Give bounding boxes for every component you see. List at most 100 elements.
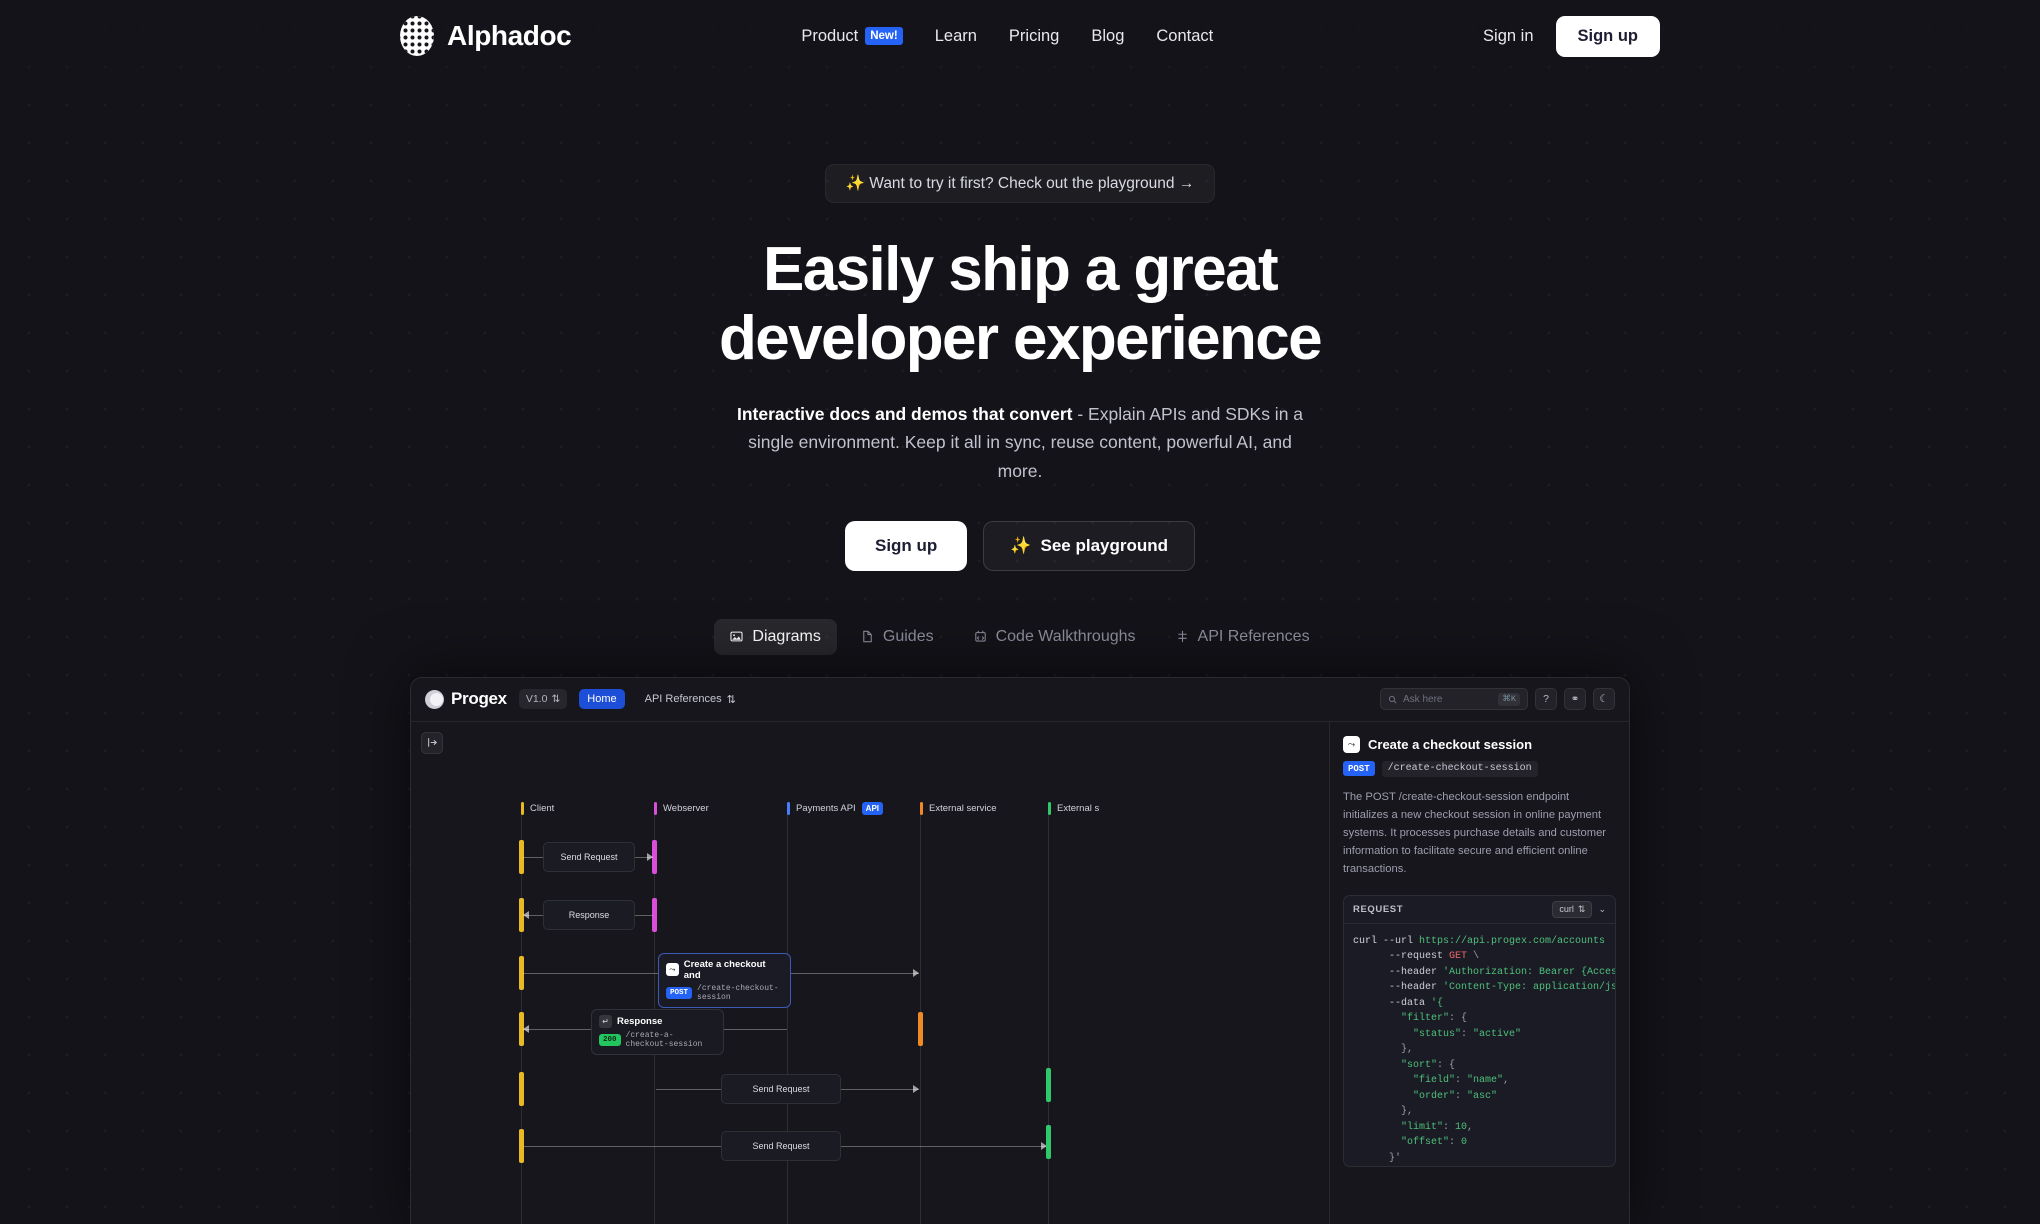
code-line: --header 'Content-Type: application/js <box>1353 982 1615 994</box>
breadcrumb-home[interactable]: Home <box>579 689 625 710</box>
lane-label: Client <box>530 802 555 814</box>
message-node-send-request-1[interactable]: Send Request <box>543 841 635 872</box>
sign-in-link[interactable]: Sign in <box>1483 27 1533 46</box>
share-icon[interactable]: ⚭ <box>1564 688 1586 711</box>
version-label: V1.0 <box>525 693 548 706</box>
chevron-down-icon[interactable]: ⌄ <box>1598 904 1606 915</box>
nav-link-contact[interactable]: Contact <box>1156 27 1213 46</box>
node-path: /create-checkout-session <box>697 983 779 1002</box>
lane-color-bar <box>787 801 790 815</box>
tab-api-references-label: API References <box>1197 627 1310 645</box>
doc-title: Create a checkout session <box>1368 736 1533 752</box>
lane-color-bar <box>654 801 657 815</box>
code-card-label: REQUEST <box>1353 903 1404 915</box>
tab-diagrams[interactable]: Diagrams <box>714 618 837 655</box>
link-icon: ⤳ <box>666 963 679 977</box>
msg-arrow-3 <box>913 968 919 977</box>
app-header-actions: Ask here ⌘K ? ⚭ ☾ <box>1380 688 1615 711</box>
hero-sign-up-button[interactable]: Sign up <box>844 520 968 571</box>
code-line: }, <box>1353 1106 1414 1118</box>
msg-arrow-2 <box>523 910 529 919</box>
status-badge: 200 <box>599 1033 621 1046</box>
code-line: "field": "name", <box>1353 1075 1510 1087</box>
playground-announcement-pill[interactable]: ✨ Want to try it first? Check out the pl… <box>824 164 1216 203</box>
lane-color-bar <box>920 801 923 815</box>
node-title: Response <box>617 1015 663 1027</box>
code-line: "sort": { <box>1353 1059 1456 1071</box>
tab-code-walkthroughs[interactable]: Code Walkthroughs <box>958 619 1152 655</box>
code-line: "status": "active" <box>1353 1028 1522 1040</box>
theme-toggle-icon[interactable]: ☾ <box>1593 688 1615 711</box>
app-header: Progex V1.0 ⇅ Home API References ⇅ Ask … <box>411 677 1629 722</box>
nav-actions: Sign in Sign up <box>1483 15 1660 57</box>
page-title-line1: Easily ship a great <box>762 235 1279 304</box>
nav-link-blog[interactable]: Blog <box>1091 27 1124 46</box>
code-line: }, <box>1353 1044 1414 1056</box>
msg-arrow-5 <box>913 1084 919 1093</box>
tab-guides[interactable]: Guides <box>845 619 950 655</box>
nav-link-pricing[interactable]: Pricing <box>1009 27 1059 46</box>
language-selector[interactable]: curl ⇅ <box>1552 900 1593 918</box>
tab-api-references[interactable]: API References <box>1160 619 1326 655</box>
activation-external-s-2 <box>1046 1124 1051 1159</box>
hero-subtitle-bold: Interactive docs and demos that convert <box>736 403 1073 424</box>
code-line: "filter": { <box>1353 1013 1468 1025</box>
code-block[interactable]: curl --url https://api.progex.com/accoun… <box>1344 924 1615 1167</box>
playground-pill-label: ✨ Want to try it first? Check out the pl… <box>845 175 1195 192</box>
lane-head-external-service[interactable]: External service <box>920 801 997 815</box>
activation-client-6 <box>519 1128 524 1163</box>
method-badge: POST <box>1343 761 1375 777</box>
message-node-send-request-3[interactable]: Send Request <box>721 1130 841 1161</box>
tab-guides-label: Guides <box>882 627 934 645</box>
lane-label: Webserver <box>663 802 709 814</box>
chevron-updown-icon: ⇅ <box>1577 903 1586 914</box>
tab-code-walkthroughs-label: Code Walkthroughs <box>995 627 1136 645</box>
msg-arrow-4 <box>523 1024 529 1033</box>
breadcrumb-api-references[interactable]: API References ⇅ <box>637 689 744 710</box>
message-node-send-request-2[interactable]: Send Request <box>721 1073 841 1104</box>
nav-link-product[interactable]: Product New! <box>801 27 903 46</box>
activation-client-5 <box>519 1071 524 1106</box>
request-code-card: REQUEST curl ⇅ ⌄ curl --url https://api.… <box>1343 894 1616 1168</box>
message-label: Response <box>568 909 610 920</box>
code-card-header: REQUEST curl ⇅ ⌄ <box>1344 896 1615 924</box>
nav-link-learn[interactable]: Learn <box>935 27 977 46</box>
sequence-diagram-canvas[interactable]: Client Webserver Payments API API Extern… <box>411 721 1329 1224</box>
feature-tabs: Diagrams Guides Code Walkthroughs API Re… <box>0 618 2040 655</box>
code-walkthrough-icon <box>974 631 986 642</box>
activation-external-s-1 <box>1046 1067 1051 1102</box>
hero-see-playground-label: See playground <box>1040 535 1169 555</box>
nav-links: Product New! Learn Pricing Blog Contact <box>801 27 1213 46</box>
chevron-updown-icon: ⇅ <box>551 693 561 706</box>
version-selector[interactable]: V1.0 ⇅ <box>518 689 568 710</box>
product-preview-window: Progex V1.0 ⇅ Home API References ⇅ Ask … <box>410 676 1630 1224</box>
node-response-200[interactable]: ↵ Response 200 /create-a-checkout-sessio… <box>591 1008 724 1055</box>
lane-head-payments-api[interactable]: Payments API API <box>787 801 884 815</box>
progex-logo-icon <box>425 689 444 709</box>
app-brand[interactable]: Progex <box>425 689 507 709</box>
message-node-response-1[interactable]: Response <box>543 899 635 930</box>
node-create-checkout-session[interactable]: ⤳ Create a checkout and POST /create-che… <box>658 952 791 1008</box>
search-input[interactable]: Ask here ⌘K <box>1380 688 1528 711</box>
api-reference-icon <box>1177 631 1187 643</box>
code-line: curl --url https://api.progex.com/accoun… <box>1353 935 1606 947</box>
lane-head-external-s[interactable]: External s <box>1048 801 1100 815</box>
lane-label: External s <box>1057 802 1100 814</box>
hero-see-playground-button[interactable]: ✨ See playground <box>983 520 1196 571</box>
brand-logo[interactable]: Alphadoc <box>400 16 572 56</box>
method-badge: POST <box>666 986 693 999</box>
message-label: Send Request <box>752 1140 810 1151</box>
lane-head-webserver[interactable]: Webserver <box>654 801 709 815</box>
help-icon[interactable]: ? <box>1535 688 1557 711</box>
code-line: "order": "asc" <box>1353 1090 1498 1102</box>
search-placeholder: Ask here <box>1403 693 1443 705</box>
code-line: --data '{ <box>1353 997 1444 1009</box>
search-icon <box>1388 695 1397 704</box>
search-shortcut-badge: ⌘K <box>1498 692 1520 706</box>
code-line: }' <box>1353 1152 1402 1164</box>
reply-icon: ↵ <box>599 1014 612 1028</box>
lane-color-bar <box>521 801 524 815</box>
breadcrumb-api-references-label: API References <box>644 693 722 706</box>
sign-up-button[interactable]: Sign up <box>1555 15 1660 57</box>
lane-head-client[interactable]: Client <box>521 801 555 815</box>
